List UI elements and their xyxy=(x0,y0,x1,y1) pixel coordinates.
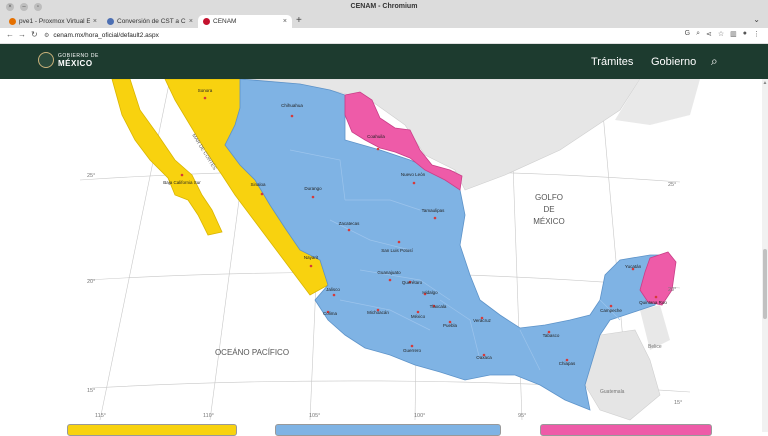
ocean-label: OCEÁNO PACÍFICO xyxy=(215,348,289,357)
globe-favicon-icon xyxy=(107,18,114,25)
close-tab-icon[interactable]: × xyxy=(93,18,97,25)
state-label: Guerrero xyxy=(403,348,422,353)
address-bar: ← → ↻ ⚙ cenam.mx/hora_oficial/default2.a… xyxy=(0,28,768,44)
tab-proxmox[interactable]: pve1 - Proxmox Virtual E × xyxy=(4,15,102,28)
scrollbar-thumb[interactable] xyxy=(763,249,767,319)
nav-gobierno[interactable]: Gobierno xyxy=(651,56,696,68)
state-label: Sonora xyxy=(198,88,213,93)
zoom-icon[interactable]: ⌕ xyxy=(696,30,700,38)
tab-label: pve1 - Proxmox Virtual E xyxy=(19,18,90,25)
state-label: Jalisco xyxy=(326,287,340,292)
state-label: Oaxaca xyxy=(476,355,492,360)
window-title: CENAM - Chromium xyxy=(350,3,418,10)
state-label: Zacatecas xyxy=(339,221,361,226)
gulf-label-3: MÉXICO xyxy=(533,217,565,226)
state-label: Hidalgo xyxy=(422,290,438,295)
state-label: Tabasco xyxy=(543,333,560,338)
window-titlebar: × – ▫ CENAM - Chromium xyxy=(0,0,768,14)
tab-label: Conversión de CST a CDT xyxy=(117,18,186,25)
logo-bottom-text: MÉXICO xyxy=(58,58,93,68)
state-label: Sinaloa xyxy=(250,182,266,187)
gulf-label-2: DE xyxy=(543,205,554,214)
forward-arrow-icon[interactable]: → xyxy=(18,30,26,39)
lat-tick: 20° xyxy=(668,287,676,293)
gobierno-logo[interactable]: GOBIERNO DE MÉXICO xyxy=(38,52,99,68)
bookmark-star-icon[interactable]: ☆ xyxy=(718,30,724,38)
page-scrollbar[interactable] xyxy=(762,79,768,432)
state-label: Colima xyxy=(323,311,338,316)
state-label: Nuevo León xyxy=(401,172,426,177)
lat-tick: 15° xyxy=(87,388,95,394)
state-label: Coahuila xyxy=(367,134,385,139)
scroll-up-arrow-icon[interactable]: ▲ xyxy=(762,80,768,86)
legend-pacific-box[interactable] xyxy=(67,424,237,436)
state-label: Puebla xyxy=(443,323,458,328)
state-label: Michoacán xyxy=(367,310,389,315)
state-label: Chihuahua xyxy=(281,103,303,108)
tab-search-chevron-icon[interactable]: ⌄ xyxy=(753,15,760,24)
proxmox-favicon-icon xyxy=(9,18,16,25)
cenam-favicon-icon xyxy=(203,18,210,25)
lon-tick: 110° xyxy=(203,413,214,419)
lon-tick: 105° xyxy=(309,413,320,419)
state-label: San Luis Potosí xyxy=(381,248,413,253)
close-tab-icon[interactable]: × xyxy=(283,18,287,25)
google-icon[interactable]: G xyxy=(685,30,690,38)
state-label: Quintana Roo xyxy=(639,300,667,305)
nav-tramites[interactable]: Trámites xyxy=(591,56,633,68)
tab-strip: pve1 - Proxmox Virtual E × Conversión de… xyxy=(0,14,768,28)
state-label: Campeche xyxy=(600,308,622,313)
state-label: Baja California Sur xyxy=(163,180,201,185)
national-seal-icon xyxy=(38,52,54,68)
legend-central-box[interactable] xyxy=(275,424,501,436)
state-label: Veracruz xyxy=(473,318,492,323)
state-label: Durango xyxy=(304,186,322,191)
state-label: Querétaro xyxy=(402,280,423,285)
profile-icon[interactable]: ● xyxy=(743,30,747,38)
tab-label: CENAM xyxy=(213,18,237,25)
lon-tick: 100° xyxy=(414,413,425,419)
state-label: Tamaulipas xyxy=(422,208,446,213)
state-label: Yucatán xyxy=(625,264,642,269)
site-header: GOBIERNO DE MÉXICO Trámites Gobierno ⌕ xyxy=(0,44,768,79)
time-zone-map: GOLFO DE MÉXICO OCEÁNO PACÍFICO MAR DE C… xyxy=(0,79,762,432)
new-tab-icon[interactable]: + xyxy=(296,15,302,26)
state-label: Tlaxcala xyxy=(430,304,447,309)
url-text: cenam.mx/hora_oficial/default2.aspx xyxy=(53,32,159,39)
lat-tick: 25° xyxy=(87,173,95,179)
reload-icon[interactable]: ↻ xyxy=(31,30,38,39)
guatemala-label: Guatemala xyxy=(600,389,625,395)
lon-tick: 95° xyxy=(518,413,526,419)
gulf-label-1: GOLFO xyxy=(535,193,563,202)
search-icon[interactable]: ⌕ xyxy=(711,54,718,69)
belice-label: Belice xyxy=(648,344,662,350)
logo-top-text: GOBIERNO DE xyxy=(58,52,99,59)
url-field[interactable]: ⚙ cenam.mx/hora_oficial/default2.aspx xyxy=(44,30,659,41)
site-info-icon[interactable]: ⚙ xyxy=(44,32,49,39)
state-label: México xyxy=(411,314,426,319)
close-tab-icon[interactable]: × xyxy=(189,18,193,25)
tab-cenam[interactable]: CENAM × xyxy=(198,15,292,28)
state-label: Chiapas xyxy=(559,361,576,366)
lat-tick: 20° xyxy=(87,279,95,285)
share-icon[interactable]: ⋖ xyxy=(706,30,712,38)
tab-conversion[interactable]: Conversión de CST a CDT × xyxy=(102,15,198,28)
lat-tick: 15° xyxy=(674,400,682,406)
state-label: Guanajuato xyxy=(377,270,401,275)
sidebar-icon[interactable]: ▥ xyxy=(730,30,737,38)
menu-dots-icon[interactable]: ⋮ xyxy=(753,30,760,38)
back-arrow-icon[interactable]: ← xyxy=(6,30,14,39)
lon-tick: 115° xyxy=(95,413,106,419)
lat-tick: 25° xyxy=(668,182,676,188)
legend-northeast-box[interactable] xyxy=(540,424,712,436)
state-label: Nayarit xyxy=(304,255,319,260)
